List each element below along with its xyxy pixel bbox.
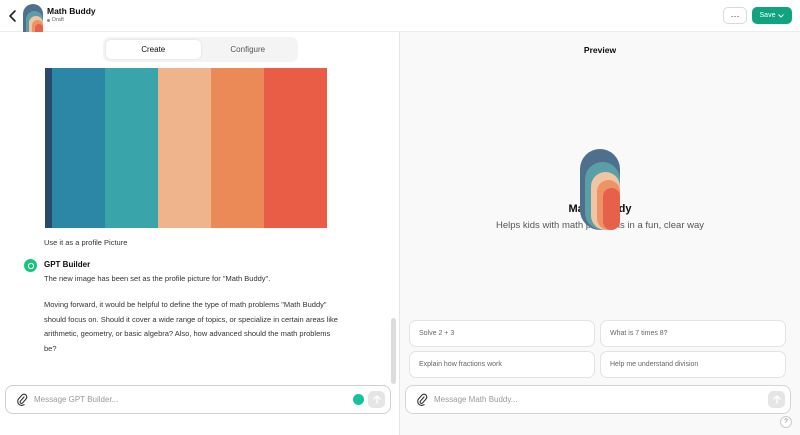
arrow-up-icon (372, 395, 381, 404)
conversation-starters: Solve 2 + 3 What is 7 times 8? Explain h… (409, 320, 786, 378)
paperclip-icon[interactable] (416, 393, 428, 407)
send-button[interactable] (368, 391, 385, 408)
builder-message: Moving forward, it would be helpful to d… (44, 300, 338, 353)
palette-stripe (211, 68, 264, 228)
gpt-name: Math Buddy (47, 6, 96, 16)
arrow-up-icon (772, 395, 781, 404)
starter-button[interactable]: Solve 2 + 3 (409, 320, 595, 347)
chat-scrollbar[interactable] (391, 318, 396, 384)
paperclip-icon[interactable] (16, 393, 28, 407)
tab-configure[interactable]: Configure (201, 40, 296, 59)
preview-message-input[interactable] (434, 391, 754, 408)
builder-composer (5, 385, 391, 414)
palette-stripe (264, 68, 327, 228)
help-button[interactable]: ? (780, 416, 792, 428)
user-message: Use it as a profile Picture (44, 238, 128, 247)
starter-button[interactable]: Help me understand division (600, 351, 786, 378)
preview-avatar (580, 149, 620, 230)
palette-stripe (52, 68, 105, 228)
builder-name: GPT Builder (44, 260, 91, 269)
builder-message: The new image has been set as the profil… (44, 274, 271, 283)
back-arrow-icon[interactable] (6, 8, 20, 24)
starter-button[interactable]: What is 7 times 8? (600, 320, 786, 347)
gpt-builder-icon (24, 259, 37, 272)
starter-button[interactable]: Explain how fractions work (409, 351, 595, 378)
mode-tabs: Create Configure (103, 37, 298, 62)
preview-composer (405, 385, 791, 414)
save-button[interactable]: Save (752, 7, 792, 24)
more-options-button[interactable]: ··· (723, 7, 747, 24)
chevron-down-icon (778, 13, 785, 18)
generated-profile-image (45, 68, 327, 228)
save-label: Save (759, 12, 776, 19)
grammarly-icon[interactable] (353, 394, 364, 405)
send-button[interactable] (768, 391, 785, 408)
builder-message-input[interactable] (34, 391, 334, 408)
top-bar: Math Buddy Draft ··· Save (0, 0, 800, 44)
preview-heading: Preview (583, 45, 617, 55)
palette-stripe (45, 68, 52, 228)
builder-panel: Create Configure Use it as a profile Pic… (0, 32, 400, 435)
palette-stripe (105, 68, 158, 228)
status-label: Draft (52, 17, 64, 23)
tab-create[interactable]: Create (106, 40, 201, 59)
palette-stripe (158, 68, 211, 228)
preview-panel: Preview Math Buddy Helps kids with math … (400, 32, 800, 435)
draft-status: Draft (47, 17, 64, 23)
status-dot-icon (47, 18, 50, 22)
